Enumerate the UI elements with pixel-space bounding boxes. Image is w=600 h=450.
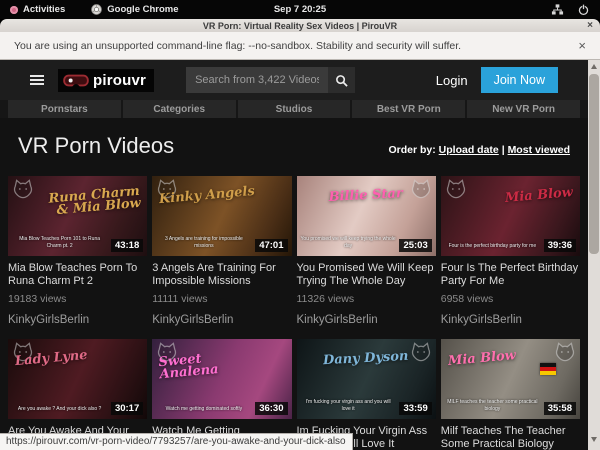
scrollbar-thumb[interactable] <box>589 74 599 254</box>
video-title-link[interactable]: You Promised We Will Keep Trying The Who… <box>297 262 436 288</box>
thumbnail-overlay-text: Billie Star <box>317 187 415 204</box>
gnome-taskbar: Activities Google Chrome Sep 7 20:25 <box>0 0 600 19</box>
video-card: Runa Charm & Mia Blow Mia Blow Teaches P… <box>8 176 147 326</box>
order-by-label: Order by: <box>388 144 435 156</box>
german-flag-icon <box>540 363 556 375</box>
infobar-close-button[interactable]: × <box>578 38 586 53</box>
scrollbar-up-arrow[interactable] <box>591 64 597 69</box>
studio-cat-logo-icon <box>554 342 576 362</box>
video-thumbnail[interactable]: Mia Blow MILF teaches the teacher some p… <box>441 339 580 419</box>
network-icon[interactable] <box>551 3 564 16</box>
video-title-link[interactable]: 3 Angels Are Training For Impossible Mis… <box>152 262 291 288</box>
nav-item-new-vr-porn[interactable]: New VR Porn <box>467 100 580 118</box>
video-title-link[interactable]: Milf Teaches The Teacher Some Practical … <box>441 425 580 450</box>
thumbnail-overlay-text: Lady Lyne <box>15 350 88 369</box>
video-views: 19183 views <box>8 293 147 305</box>
video-card: Billie Star You promised we will keep tr… <box>297 176 436 326</box>
studio-link[interactable]: KinkyGirlsBerlin <box>152 314 291 326</box>
thumbnail-overlay-text: Dany Dyson <box>317 350 415 367</box>
duration-badge: 47:01 <box>255 239 287 252</box>
browser-viewport: pirouvr Login Join Now Pornstars Categor… <box>0 60 600 450</box>
video-thumbnail[interactable]: Lady Lyne Are you awake ? And your dick … <box>8 339 147 419</box>
nav-item-categories[interactable]: Categories <box>123 100 236 118</box>
thumbnail-overlay-text: Mia Blow <box>447 350 516 368</box>
search-input[interactable] <box>186 67 328 93</box>
duration-badge: 25:03 <box>399 239 431 252</box>
duration-badge: 35:58 <box>544 402 576 415</box>
browser-titlebar: VR Porn: Virtual Reality Sex Videos | Pi… <box>0 19 600 32</box>
nav-item-best-vr-porn[interactable]: Best VR Porn <box>352 100 465 118</box>
site-logo-text: pirouvr <box>93 72 146 89</box>
duration-badge: 36:30 <box>255 402 287 415</box>
video-views: 11111 views <box>152 293 291 305</box>
search-icon <box>335 74 348 87</box>
video-title-link[interactable]: Four Is The Perfect Birthday Party For M… <box>441 262 580 288</box>
video-views: 11326 views <box>297 293 436 305</box>
duration-badge: 30:17 <box>111 402 143 415</box>
window-close-button[interactable]: × <box>587 19 593 32</box>
thumbnail-caption: Four is the perfect birthday party for m… <box>445 243 540 250</box>
page-title: VR Porn Videos <box>18 133 174 159</box>
video-title-link[interactable]: Mia Blow Teaches Porn To Runa Charm Pt 2 <box>8 262 147 288</box>
thumbnail-caption: You promised we will keep trying the who… <box>301 236 396 249</box>
status-url-tooltip: https://pirouvr.com/vr-porn-video/779325… <box>0 433 353 450</box>
infobar-message: You are using an unsupported command-lin… <box>14 40 461 52</box>
site-logo[interactable]: pirouvr <box>58 69 154 92</box>
main-nav: Pornstars Categories Studios Best VR Por… <box>0 100 588 118</box>
thumbnail-overlay-text: Mia Blow <box>505 187 574 205</box>
video-thumbnail[interactable]: Dany Dyson I'm fucking your virgin ass a… <box>297 339 436 419</box>
order-by-upload-date-link[interactable]: Upload date <box>439 144 499 156</box>
duration-badge: 33:59 <box>399 402 431 415</box>
join-now-button[interactable]: Join Now <box>481 67 558 93</box>
video-thumbnail[interactable]: Mia Blow Four is the perfect birthday pa… <box>441 176 580 256</box>
thumbnail-caption: I'm fucking your virgin ass and you will… <box>301 399 396 412</box>
scrollbar[interactable] <box>588 60 600 450</box>
order-by-most-viewed-link[interactable]: Most viewed <box>508 144 570 156</box>
window-title: VR Porn: Virtual Reality Sex Videos | Pi… <box>203 21 397 31</box>
chrome-infobar: You are using an unsupported command-lin… <box>0 32 600 60</box>
thumbnail-caption: 3 Angels are training for impossible mis… <box>156 236 251 249</box>
order-separator: | <box>502 144 505 156</box>
video-card: Kinky Angels 3 Angels are training for i… <box>152 176 291 326</box>
duration-badge: 39:36 <box>544 239 576 252</box>
studio-cat-logo-icon <box>12 179 34 199</box>
video-views: 6958 views <box>441 293 580 305</box>
thumbnail-caption: Mia Blow Teaches Porn 101 to Runa Charm … <box>12 236 107 249</box>
video-grid: Runa Charm & Mia Blow Mia Blow Teaches P… <box>0 172 588 450</box>
video-thumbnail[interactable]: Billie Star You promised we will keep tr… <box>297 176 436 256</box>
vr-goggles-icon <box>63 74 89 87</box>
duration-badge: 43:18 <box>111 239 143 252</box>
thumbnail-overlay-text: Runa Charm & Mia Blow <box>42 186 141 219</box>
video-card: Mia Blow Four is the perfect birthday pa… <box>441 176 580 326</box>
scrollbar-down-arrow[interactable] <box>591 437 597 442</box>
video-thumbnail[interactable]: Runa Charm & Mia Blow Mia Blow Teaches P… <box>8 176 147 256</box>
studio-link[interactable]: KinkyGirlsBerlin <box>8 314 147 326</box>
nav-item-studios[interactable]: Studios <box>238 100 351 118</box>
site-header: pirouvr Login Join Now <box>0 60 588 100</box>
video-thumbnail[interactable]: Sweet Analena Watch me getting dominated… <box>152 339 291 419</box>
power-icon[interactable] <box>577 3 590 16</box>
studio-link[interactable]: KinkyGirlsBerlin <box>441 314 580 326</box>
video-thumbnail[interactable]: Kinky Angels 3 Angels are training for i… <box>152 176 291 256</box>
order-by: Order by: Upload date | Most viewed <box>388 144 570 159</box>
studio-link[interactable]: KinkyGirlsBerlin <box>297 314 436 326</box>
studio-cat-logo-icon <box>445 179 467 199</box>
thumbnail-caption: Watch me getting dominated softly <box>156 406 251 413</box>
hamburger-menu-icon[interactable] <box>30 73 44 87</box>
thumbnail-overlay-text: Sweet Analena <box>158 349 257 382</box>
login-link[interactable]: Login <box>436 73 468 88</box>
search-button[interactable] <box>328 67 355 93</box>
thumbnail-caption: MILF teaches the teacher some practical … <box>445 399 540 412</box>
clock[interactable]: Sep 7 20:25 <box>0 4 600 15</box>
nav-item-pornstars[interactable]: Pornstars <box>8 100 121 118</box>
video-card: Mia Blow MILF teaches the teacher some p… <box>441 339 580 450</box>
thumbnail-caption: Are you awake ? And your dick also ? <box>12 406 107 413</box>
